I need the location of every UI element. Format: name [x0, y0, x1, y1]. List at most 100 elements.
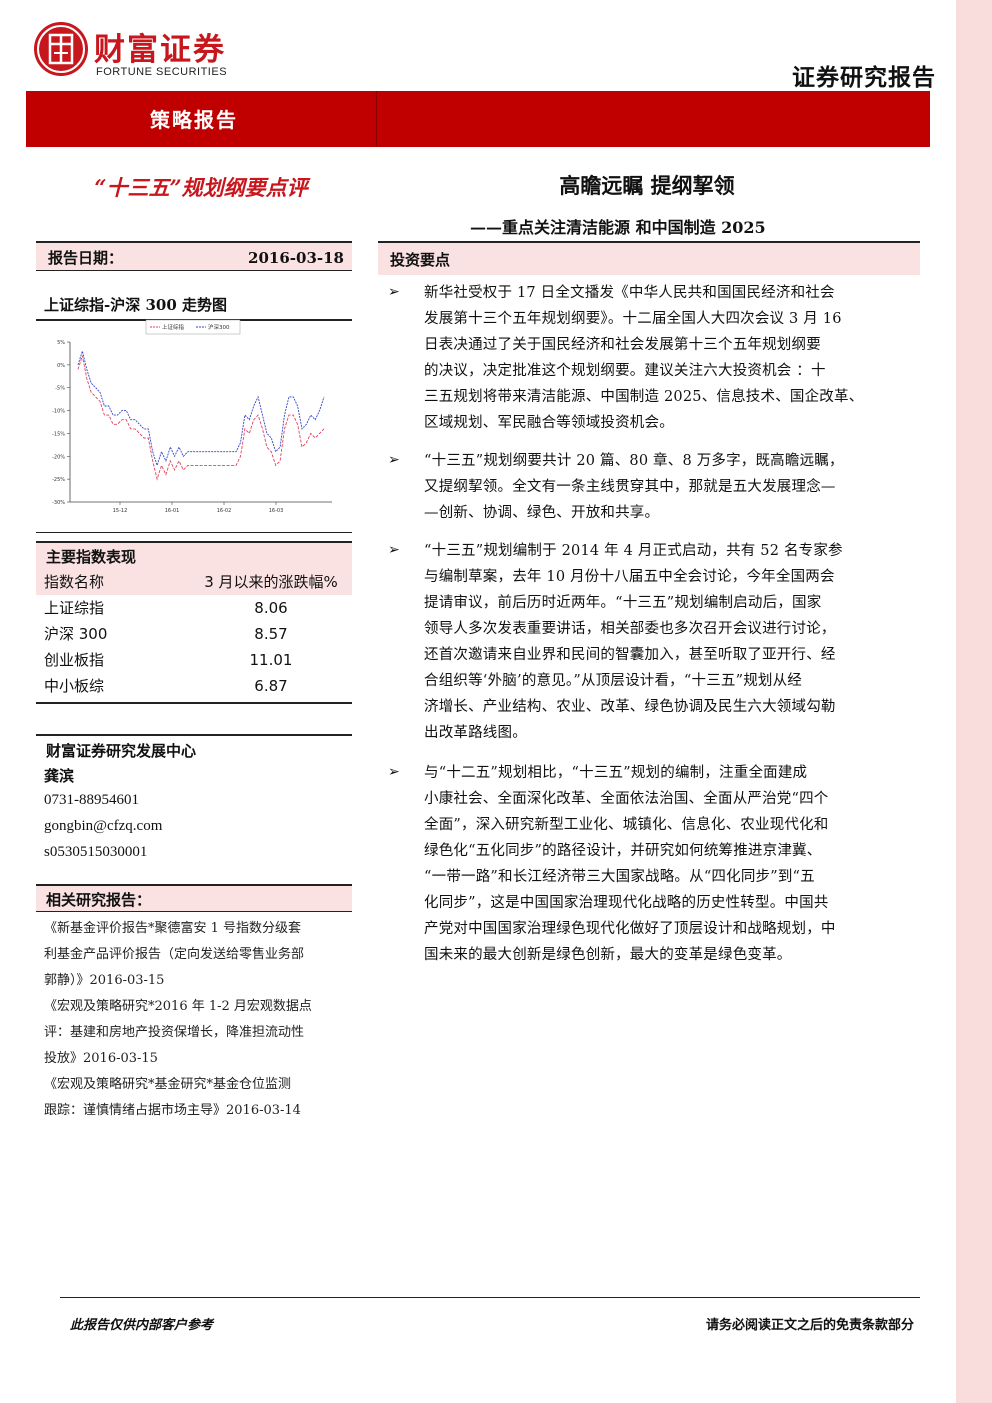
- table-row: 创业板指 11.01: [36, 647, 352, 673]
- paragraph-line: 日表决通过了关于国民经济和社会发展第十三个五年规划纲要: [424, 337, 821, 353]
- bullet-icon: ➢: [388, 764, 400, 780]
- paragraph-line: 提请审议，前后历时近两年。“十三五”规划编制启动后，国家: [424, 595, 822, 611]
- paragraph-line: 化同步”，这是中国国家治理现代化战略的历史性转型。中国共: [424, 895, 829, 911]
- company-logo: [34, 22, 88, 76]
- paragraph-line: 的决议，决定批准这个规划纲要。建议关注六大投资机会 ：十: [424, 363, 826, 379]
- paragraph-line: 产党对中国国家治理绿色现代化做好了顶层设计和战略规划，中: [424, 921, 836, 937]
- investment-highlights-title: 投资要点: [378, 241, 920, 275]
- related-report-line[interactable]: 郭静）》2016-03-15: [44, 968, 350, 994]
- index-name: 中小板综: [44, 677, 105, 695]
- footer-right-note: 请务必阅读正文之后的免责条款部分: [705, 1318, 914, 1333]
- paragraph-line: —创新、协调、绿色、开放和共享。: [424, 505, 660, 521]
- band-divider: [376, 91, 377, 147]
- report-category: 策略报告: [150, 108, 238, 132]
- index-name: 沪深 300: [44, 625, 108, 643]
- paragraph-line: 还首次邀请来自业界和民间的智囊加入，甚至听取了亚开行、经: [424, 647, 836, 663]
- x-tick-label: 16-01: [165, 508, 180, 514]
- index-name: 创业板指: [44, 651, 105, 669]
- paragraph-line: 区域规划、军民融合等领域投资机会。: [424, 415, 674, 431]
- related-report-line[interactable]: 评：基建和房地产投资保增长，降准担流动性: [44, 1020, 350, 1046]
- x-tick-label: 16-03: [269, 508, 284, 514]
- related-report-line[interactable]: 跟踪：谨慎情绪占据市场主导》2016-03-14: [44, 1098, 350, 1124]
- report-date-label: 报告日期：: [48, 249, 124, 267]
- related-reports-title: 相关研究报告：: [36, 884, 352, 912]
- y-tick-label: 0%: [57, 363, 65, 369]
- brand-name-en: FORTUNE SECURITIES: [96, 66, 228, 78]
- paragraph-line: 小康社会、全面深化改革、全面依法治国、全面从严治党“四个: [424, 791, 829, 807]
- paragraph-line: 与编制草案，去年 10 月份十八届五中全会讨论，今年全国两会: [424, 569, 835, 585]
- chart-section-title: 上证综指-沪深 300 走势图: [36, 294, 352, 321]
- x-tick-label: 16-02: [217, 508, 232, 514]
- paragraph-line: 又提纲挈领。全文有一条主线贯穿其中，那就是五大发展理念—: [424, 479, 836, 495]
- col-header-name: 指数名称: [44, 573, 105, 591]
- paragraph-line: 国未来的最大创新是绿色创新，最大的变革是绿色变革。: [424, 947, 792, 963]
- paragraph-line: 领导人多次发表重要讲话，相关部委也多次召开会议进行讨论，: [424, 621, 836, 637]
- col-header-change: 3 月以来的涨跌幅%: [204, 573, 338, 591]
- subtitle: ——重点关注清洁能源 和中国制造 2025: [470, 218, 766, 237]
- related-report-line[interactable]: 利基金产品评价报告（定向发送给零售业务部: [44, 942, 350, 968]
- chart-bottom-rule: [36, 532, 352, 533]
- trend-chart: 5% 0% -5% -10% -15% -20% -25% -30% 15-12 16-01 16-…: [36, 318, 352, 532]
- footer-left-note: 此报告仅供内部客户参考: [70, 1318, 214, 1333]
- y-tick-label: -30%: [52, 500, 65, 506]
- table-row: 上证综指 8.06: [36, 595, 352, 621]
- highlight-paragraph-3: “十三五”规划编制于 2014 年 4 月正式启动，共有 52 名专家参 与编制…: [424, 538, 912, 746]
- y-tick-label: -20%: [52, 454, 65, 460]
- paragraph-line: “十三五”规划编制于 2014 年 4 月正式启动，共有 52 名专家参: [424, 543, 843, 559]
- index-change: 8.06: [254, 599, 288, 617]
- index-perf-title: 主要指数表现: [36, 541, 352, 569]
- related-report-line[interactable]: 投放》2016-03-15: [44, 1046, 350, 1072]
- bullet-icon: ➢: [388, 542, 400, 558]
- paragraph-line: “一带一路”和长江经济带三大国家战略。从“四化同步”到“五: [424, 869, 815, 885]
- y-tick-label: -15%: [52, 431, 65, 437]
- related-report-line[interactable]: 《宏观及策略研究*基金研究*基金仓位监测: [44, 1072, 350, 1098]
- legend-label: 上证综指: [162, 323, 185, 331]
- analyst-email[interactable]: gongbin@cfzq.com: [44, 818, 162, 835]
- table-row: 沪深 300 8.57: [36, 621, 352, 647]
- paragraph-line: 绿色化“五化同步”的路径设计，并研究如何统筹推进京津冀、: [424, 843, 822, 859]
- series-line-2: [77, 349, 325, 467]
- bullet-icon: ➢: [388, 452, 400, 468]
- index-change: 11.01: [249, 651, 293, 669]
- paragraph-line: 出改革路线图。: [424, 725, 527, 741]
- index-perf-header: 指数名称 3 月以来的涨跌幅%: [36, 569, 352, 595]
- index-name: 上证综指: [44, 599, 105, 617]
- paragraph-line: 新华社受权于 17 日全文播发《中华人民共和国国民经济和社会: [424, 285, 835, 301]
- paragraph-line: 发展第十三个五年规划纲要》。十二届全国人大四次会议 3 月 16: [424, 311, 842, 327]
- paragraph-line: 合组织等‘外脑’的意见。”从顶层设计看，“十三五”规划从经: [424, 673, 803, 689]
- y-tick-label: -25%: [52, 477, 65, 483]
- highlight-paragraph-1: 新华社受权于 17 日全文播发《中华人民共和国国民经济和社会 发展第十三个五年规…: [424, 280, 912, 436]
- analyst-name: 龚滨: [44, 767, 75, 785]
- highlight-paragraph-2: “十三五”规划纲要共计 20 篇、80 章、8 万多字，既高瞻远瞩， 又提纲挈领…: [424, 448, 912, 526]
- y-tick-label: -10%: [52, 409, 65, 415]
- page-edge-strip: [956, 0, 992, 1403]
- y-tick-label: 5%: [57, 340, 65, 346]
- report-date-value: 2016-03-18: [248, 249, 344, 267]
- document-type: 证券研究报告: [792, 64, 936, 91]
- paragraph-line: 济增长、产业结构、农业、改革、绿色协调及民生六大领域勾勒: [424, 699, 836, 715]
- series-line-1: [77, 355, 325, 481]
- y-tick-label: -5%: [55, 386, 65, 392]
- paragraph-line: “十三五”规划纲要共计 20 篇、80 章、8 万多字，既高瞻远瞩，: [424, 453, 844, 469]
- legend-label: 沪深300: [208, 323, 230, 331]
- footer-rule: [60, 1297, 920, 1298]
- trend-chart-svg: 5% 0% -5% -10% -15% -20% -25% -30% 15-12 16-01 16-…: [52, 319, 332, 514]
- index-change: 8.57: [254, 625, 288, 643]
- index-perf-table: 指数名称 3 月以来的涨跌幅% 上证综指 8.06 沪深 300 8.57 创业…: [36, 569, 352, 699]
- table-row: 中小板综 6.87: [36, 673, 352, 699]
- paragraph-line: 全面”，深入研究新型工业化、城镇化、信息化、农业现代化和: [424, 817, 829, 833]
- brand-name-cn: 财富证券: [94, 32, 226, 68]
- index-table-bottom-rule: [36, 702, 352, 704]
- related-report-line[interactable]: 《新基金评价报告*聚德富安 1 号指数分级套: [44, 916, 350, 942]
- highlight-paragraph-4: 与“十二五”规划相比，“十三五”规划的编制，注重全面建成 小康社会、全面深化改革…: [424, 760, 912, 968]
- analyst-phone: 0731-88954601: [44, 792, 139, 808]
- paragraph-line: 三五规划将带来清洁能源、中国制造 2025、信息技术、国企改革、: [424, 389, 864, 405]
- x-tick-label: 15-12: [113, 508, 128, 514]
- analyst-cert-number: s0530515030001: [44, 844, 148, 860]
- paragraph-line: 与“十二五”规划相比，“十三五”规划的编制，注重全面建成: [424, 765, 808, 781]
- related-report-line[interactable]: 《宏观及策略研究*2016 年 1-2 月宏观数据点: [44, 994, 350, 1020]
- report-date-row: 报告日期： 2016-03-18: [36, 241, 352, 271]
- main-title: 高瞻远瞩 提纲挈领: [559, 173, 735, 198]
- bullet-icon: ➢: [388, 284, 400, 300]
- research-center-title: 财富证券研究发展中心: [36, 734, 352, 761]
